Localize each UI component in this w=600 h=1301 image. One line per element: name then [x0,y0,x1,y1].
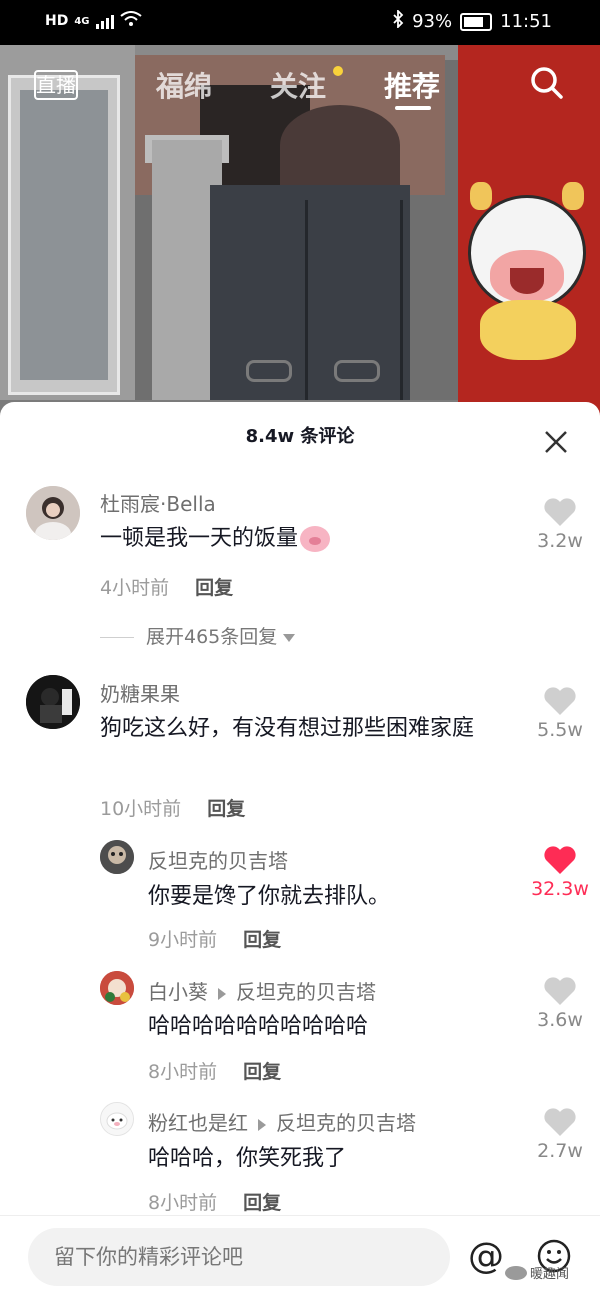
reply-time: 8小时前 [148,1061,218,1083]
video-window-glass [20,90,108,380]
tab-recommended[interactable]: 推荐 [384,65,440,105]
tab-local[interactable]: 福绵 [156,65,212,105]
hd-badge: HD [45,13,69,29]
comment-time: 10小时前 [100,798,182,820]
comment-input[interactable] [28,1228,450,1286]
reply-text: 哈哈哈哈哈哈哈哈哈哈 [148,1014,369,1039]
watermark: 暖趣闻 [505,1263,569,1282]
reply-username: 白小葵 反坦克的贝吉塔 [148,976,376,1005]
comment-meta: 4小时前 回复 [100,573,233,600]
wechat-logo-icon [505,1265,527,1280]
reply-time: 8小时前 [148,1192,218,1214]
comment-time: 4小时前 [100,577,170,599]
expand-replies-button[interactable]: 展开465条回复 [100,622,296,649]
new-content-dot [333,66,343,76]
bluetooth-icon [392,8,404,33]
video-gate-handle [334,360,380,382]
comment-text-body: 一顿是我一天的饭量 [100,526,299,551]
active-tab-indicator [395,106,431,110]
at-mention-icon[interactable]: @ [468,1236,504,1277]
avatar[interactable] [26,675,80,729]
reply-to-arrow-icon [218,987,226,1000]
reply-text: 哈哈哈，你笑死我了 [148,1146,347,1171]
reply-meta: 8小时前 回复 [148,1188,281,1215]
live-button[interactable]: 直播 [34,70,78,100]
signal-icon [95,13,114,29]
like-heart-icon[interactable] [543,686,577,716]
video-cow-horn [470,182,492,210]
expand-divider [100,637,134,638]
reply-username: 粉红也是红 反坦克的贝吉塔 [148,1107,416,1136]
liked-heart-icon[interactable] [543,845,577,875]
video-gate-seam [305,200,308,430]
reply-time: 9小时前 [148,929,218,951]
comment-text: 狗吃这么好，有没有想过那些困难家庭 [100,716,475,741]
reply-meta: 8小时前 回复 [148,1057,281,1084]
reply-target[interactable]: 反坦克的贝吉塔 [236,980,376,1004]
comment-text: 一顿是我一天的饭量 [100,522,520,556]
comments-count-title: 8.4w 条评论 [245,426,355,447]
avatar[interactable] [100,840,134,874]
tab-following[interactable]: 关注 [270,65,326,105]
reply-button[interactable]: 回复 [195,577,233,599]
wifi-icon [119,11,142,31]
battery-percent: 93% [412,11,453,32]
like-count: 3.2w [537,530,583,552]
reply-username[interactable]: 反坦克的贝吉塔 [148,845,288,874]
expand-replies-label: 展开465条回复 [146,626,278,648]
video-cow-body [480,300,576,360]
reply-target[interactable]: 反坦克的贝吉塔 [276,1111,416,1135]
search-icon[interactable] [530,66,564,100]
video-gate-seam [400,200,403,430]
video-gate-ornament [280,105,400,185]
video-cow-mouth [510,268,544,294]
status-right: 93% 11:51 [392,8,552,33]
avatar[interactable] [26,486,80,540]
reply-button[interactable]: 回复 [243,1061,281,1083]
reply-meta: 9小时前 回复 [148,925,281,952]
video-gate [210,185,410,430]
like-count: 3.6w [537,1009,583,1031]
battery-icon [460,12,493,31]
like-heart-icon[interactable] [543,1107,577,1137]
reply-author[interactable]: 白小葵 [148,980,208,1004]
like-count: 32.3w [531,878,589,900]
watermark-text: 暖趣闻 [530,1267,570,1282]
video-gate-handle [246,360,292,382]
reply-text: 你要是馋了你就去排队。 [148,884,391,909]
close-icon[interactable] [542,428,570,456]
reply-author[interactable]: 粉红也是红 [148,1111,248,1135]
like-count: 5.5w [537,719,583,741]
chevron-down-icon [283,633,296,642]
pig-emoji-icon [300,526,331,552]
comment-username[interactable]: 奶糖果果 [100,678,180,707]
avatar[interactable] [100,971,134,1005]
reply-to-arrow-icon [258,1118,266,1131]
comment-meta: 10小时前 回复 [100,794,245,821]
reply-button[interactable]: 回复 [207,798,245,820]
like-heart-icon[interactable] [543,976,577,1006]
avatar[interactable] [100,1102,134,1136]
status-left: HD 4G [45,11,142,31]
comment-username[interactable]: 杜雨宸·Bella [100,488,216,517]
reply-button[interactable]: 回复 [243,929,281,951]
network-type: 4G [74,15,90,27]
like-count: 2.7w [537,1140,583,1162]
reply-button[interactable]: 回复 [243,1192,281,1214]
like-heart-icon[interactable] [543,497,577,527]
status-bar: HD 4G 93% 11:51 [0,0,600,45]
video-cow-horn [562,182,584,210]
clock: 11:51 [500,11,552,32]
